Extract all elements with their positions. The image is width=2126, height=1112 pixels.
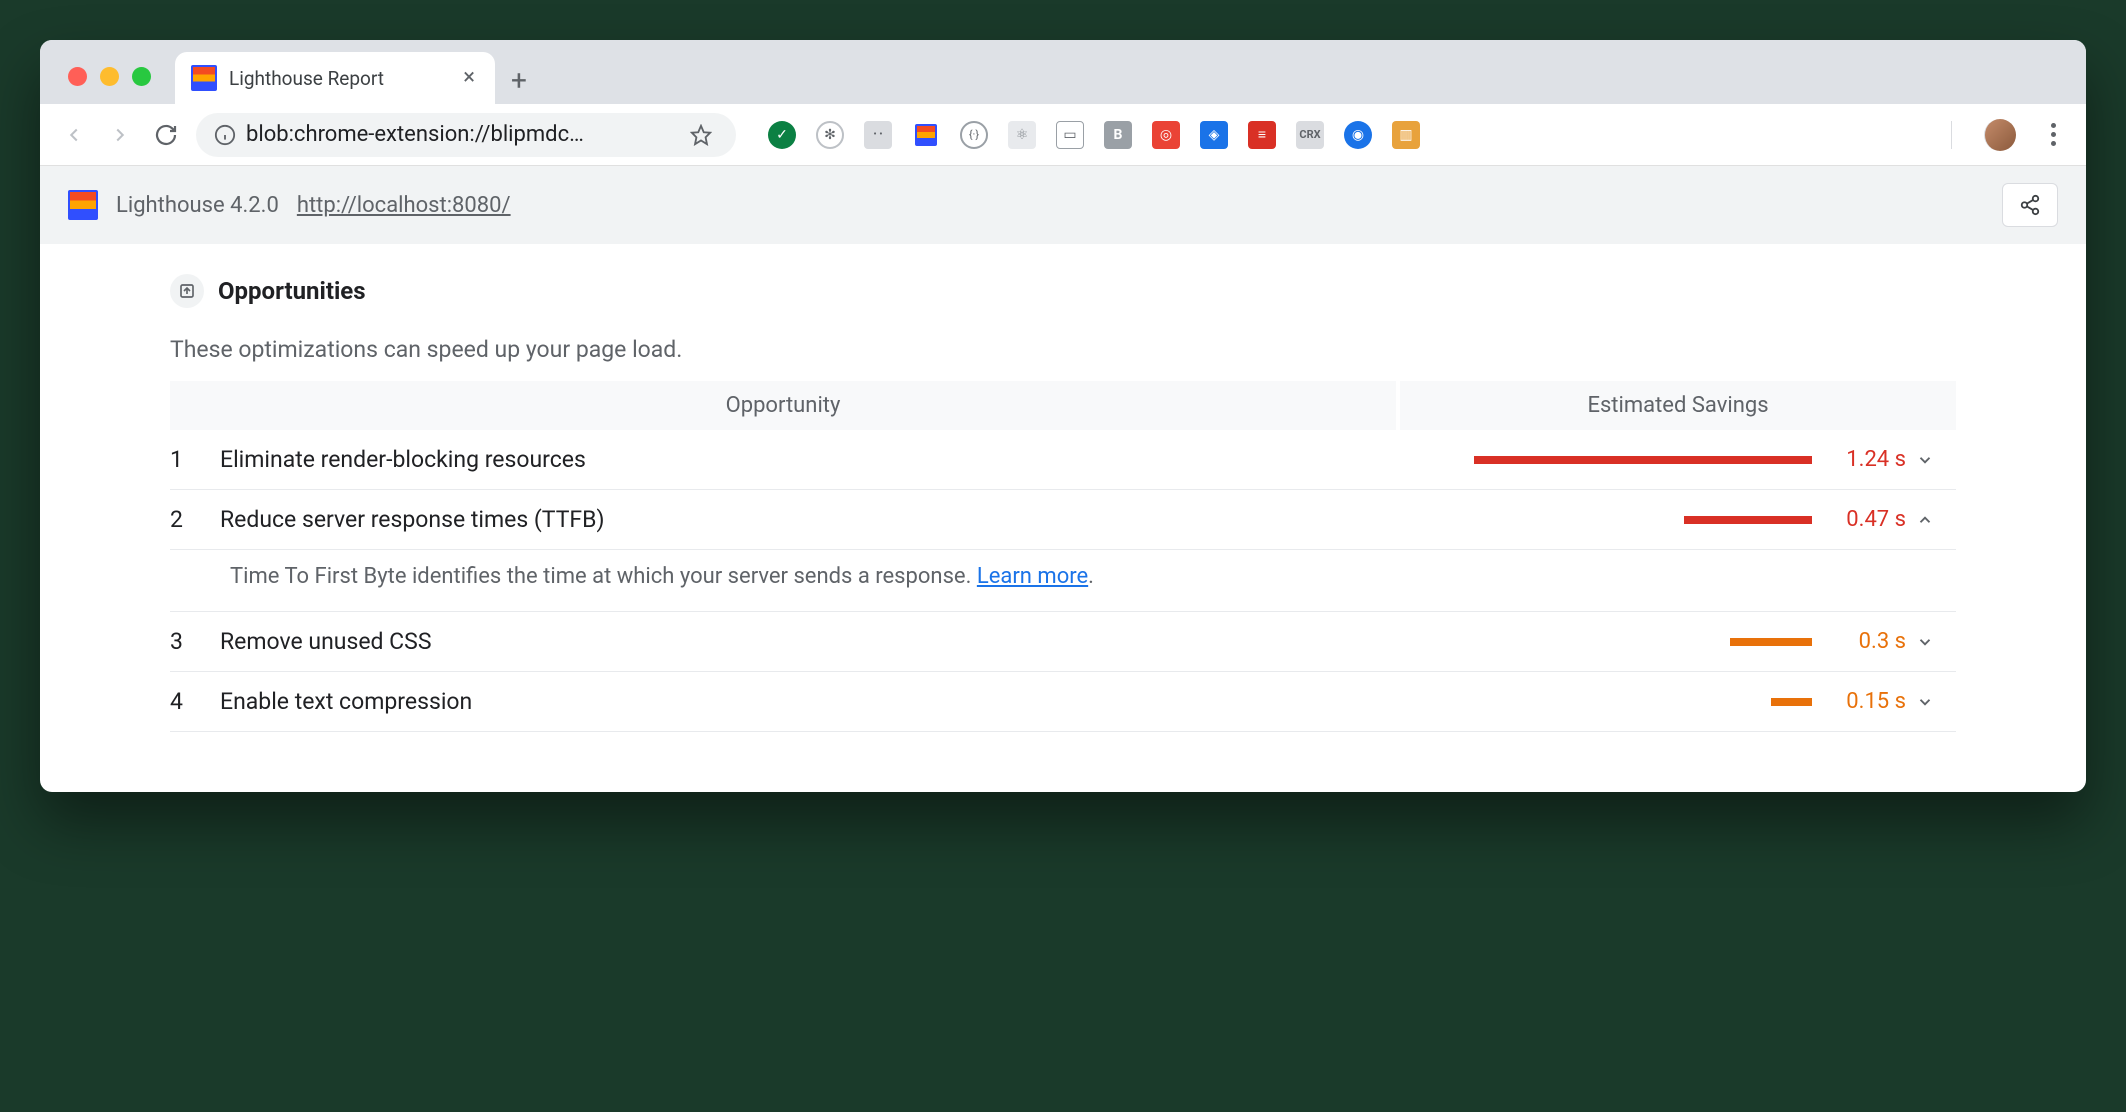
new-tab-button[interactable]: + [495, 56, 543, 104]
opportunity-row[interactable]: 1 Eliminate render-blocking resources 1.… [170, 430, 1956, 490]
extension-icon[interactable]: ✻ [816, 121, 844, 149]
row-index: 4 [170, 688, 220, 715]
savings-value: 0.15 s [1824, 689, 1916, 714]
share-icon [2019, 194, 2041, 216]
url-text: blob:chrome-extension://blipmdc… [246, 122, 680, 147]
savings-bar-wrap [1464, 638, 1824, 646]
opportunity-title: Reduce server response times (TTFB) [220, 506, 1464, 533]
extension-icon[interactable]: • • [864, 121, 892, 149]
savings-value: 1.24 s [1824, 447, 1916, 472]
section-title: Opportunities [218, 277, 366, 305]
back-button[interactable] [58, 119, 90, 151]
opportunity-row[interactable]: 2 Reduce server response times (TTFB) 0.… [170, 490, 1956, 550]
profile-avatar[interactable] [1984, 119, 2016, 151]
close-tab-button[interactable]: × [463, 67, 475, 89]
extension-icon[interactable]: {·} [960, 121, 988, 149]
learn-more-link[interactable]: Learn more [977, 564, 1088, 589]
savings-bar-wrap [1464, 698, 1824, 706]
tab-strip: Lighthouse Report × + [40, 40, 2086, 104]
bookmark-star-icon[interactable] [690, 124, 718, 146]
savings-value: 0.3 s [1824, 629, 1916, 654]
section-subtitle: These optimizations can speed up your pa… [170, 336, 1956, 363]
report-body: Opportunities These optimizations can sp… [40, 244, 2086, 792]
extension-icon[interactable]: ◉ [1344, 121, 1372, 149]
opportunities-icon [170, 274, 204, 308]
chevron-down-icon[interactable] [1916, 633, 1946, 651]
browser-menu-button[interactable] [2038, 123, 2068, 146]
extension-shield-icon[interactable]: ◈ [1200, 121, 1228, 149]
opportunity-title: Enable text compression [220, 688, 1464, 715]
detail-text: Time To First Byte identifies the time a… [230, 564, 977, 589]
chevron-down-icon[interactable] [1916, 693, 1946, 711]
lighthouse-version: Lighthouse 4.2.0 [116, 193, 279, 218]
extension-icon[interactable]: ⚛ [1008, 121, 1036, 149]
extension-icon[interactable]: ✓ [768, 121, 796, 149]
opportunity-row[interactable]: 4 Enable text compression 0.15 s [170, 672, 1956, 732]
browser-toolbar: blob:chrome-extension://blipmdc… ✓ ✻ • •… [40, 104, 2086, 166]
opportunity-row[interactable]: 3 Remove unused CSS 0.3 s [170, 612, 1956, 672]
savings-bar [1771, 698, 1812, 706]
savings-bar-wrap [1464, 456, 1824, 464]
browser-tab[interactable]: Lighthouse Report × [175, 52, 495, 104]
chevron-down-icon[interactable] [1916, 451, 1946, 469]
row-index: 2 [170, 506, 220, 533]
lighthouse-icon [191, 65, 217, 91]
maximize-window-button[interactable] [132, 67, 151, 86]
extension-lighthouse-icon[interactable] [912, 121, 940, 149]
address-bar[interactable]: blob:chrome-extension://blipmdc… [196, 113, 736, 157]
extension-icon[interactable]: ▥ [1392, 121, 1420, 149]
savings-bar [1474, 456, 1812, 464]
extension-icon[interactable]: ◎ [1152, 121, 1180, 149]
forward-button[interactable] [104, 119, 136, 151]
col-opportunity: Opportunity [170, 381, 1396, 430]
lighthouse-icon [68, 190, 98, 220]
row-index: 1 [170, 446, 220, 473]
info-icon [214, 124, 236, 146]
extension-icon[interactable]: ≡ [1248, 121, 1276, 149]
extensions-row: ✓ ✻ • • {·} ⚛ ▭ B ◎ ◈ ≡ CRX ◉ ▥ [768, 121, 1420, 149]
audited-url-link[interactable]: http://localhost:8080/ [297, 193, 511, 218]
opportunity-title: Eliminate render-blocking resources [220, 446, 1464, 473]
extension-crx-icon[interactable]: CRX [1296, 121, 1324, 149]
browser-window: Lighthouse Report × + blob:chrome-extens… [40, 40, 2086, 792]
tab-title: Lighthouse Report [229, 67, 384, 90]
opportunity-detail: Time To First Byte identifies the time a… [170, 550, 1956, 612]
opportunities-list: 1 Eliminate render-blocking resources 1.… [170, 430, 1956, 732]
section-header: Opportunities [170, 274, 1956, 308]
extension-icon[interactable]: B [1104, 121, 1132, 149]
toolbar-divider [1951, 121, 1952, 149]
close-window-button[interactable] [68, 67, 87, 86]
minimize-window-button[interactable] [100, 67, 119, 86]
chevron-up-icon[interactable] [1916, 511, 1946, 529]
savings-bar [1730, 638, 1812, 646]
savings-value: 0.47 s [1824, 507, 1916, 532]
extension-icon[interactable]: ▭ [1056, 121, 1084, 149]
window-controls [68, 67, 151, 86]
opportunity-title: Remove unused CSS [220, 628, 1464, 655]
share-button[interactable] [2002, 183, 2058, 227]
savings-bar-wrap [1464, 516, 1824, 524]
col-savings: Estimated Savings [1396, 381, 1956, 430]
savings-bar [1684, 516, 1812, 524]
reload-button[interactable] [150, 119, 182, 151]
row-index: 3 [170, 628, 220, 655]
report-header: Lighthouse 4.2.0 http://localhost:8080/ [40, 166, 2086, 244]
table-header: Opportunity Estimated Savings [170, 381, 1956, 430]
